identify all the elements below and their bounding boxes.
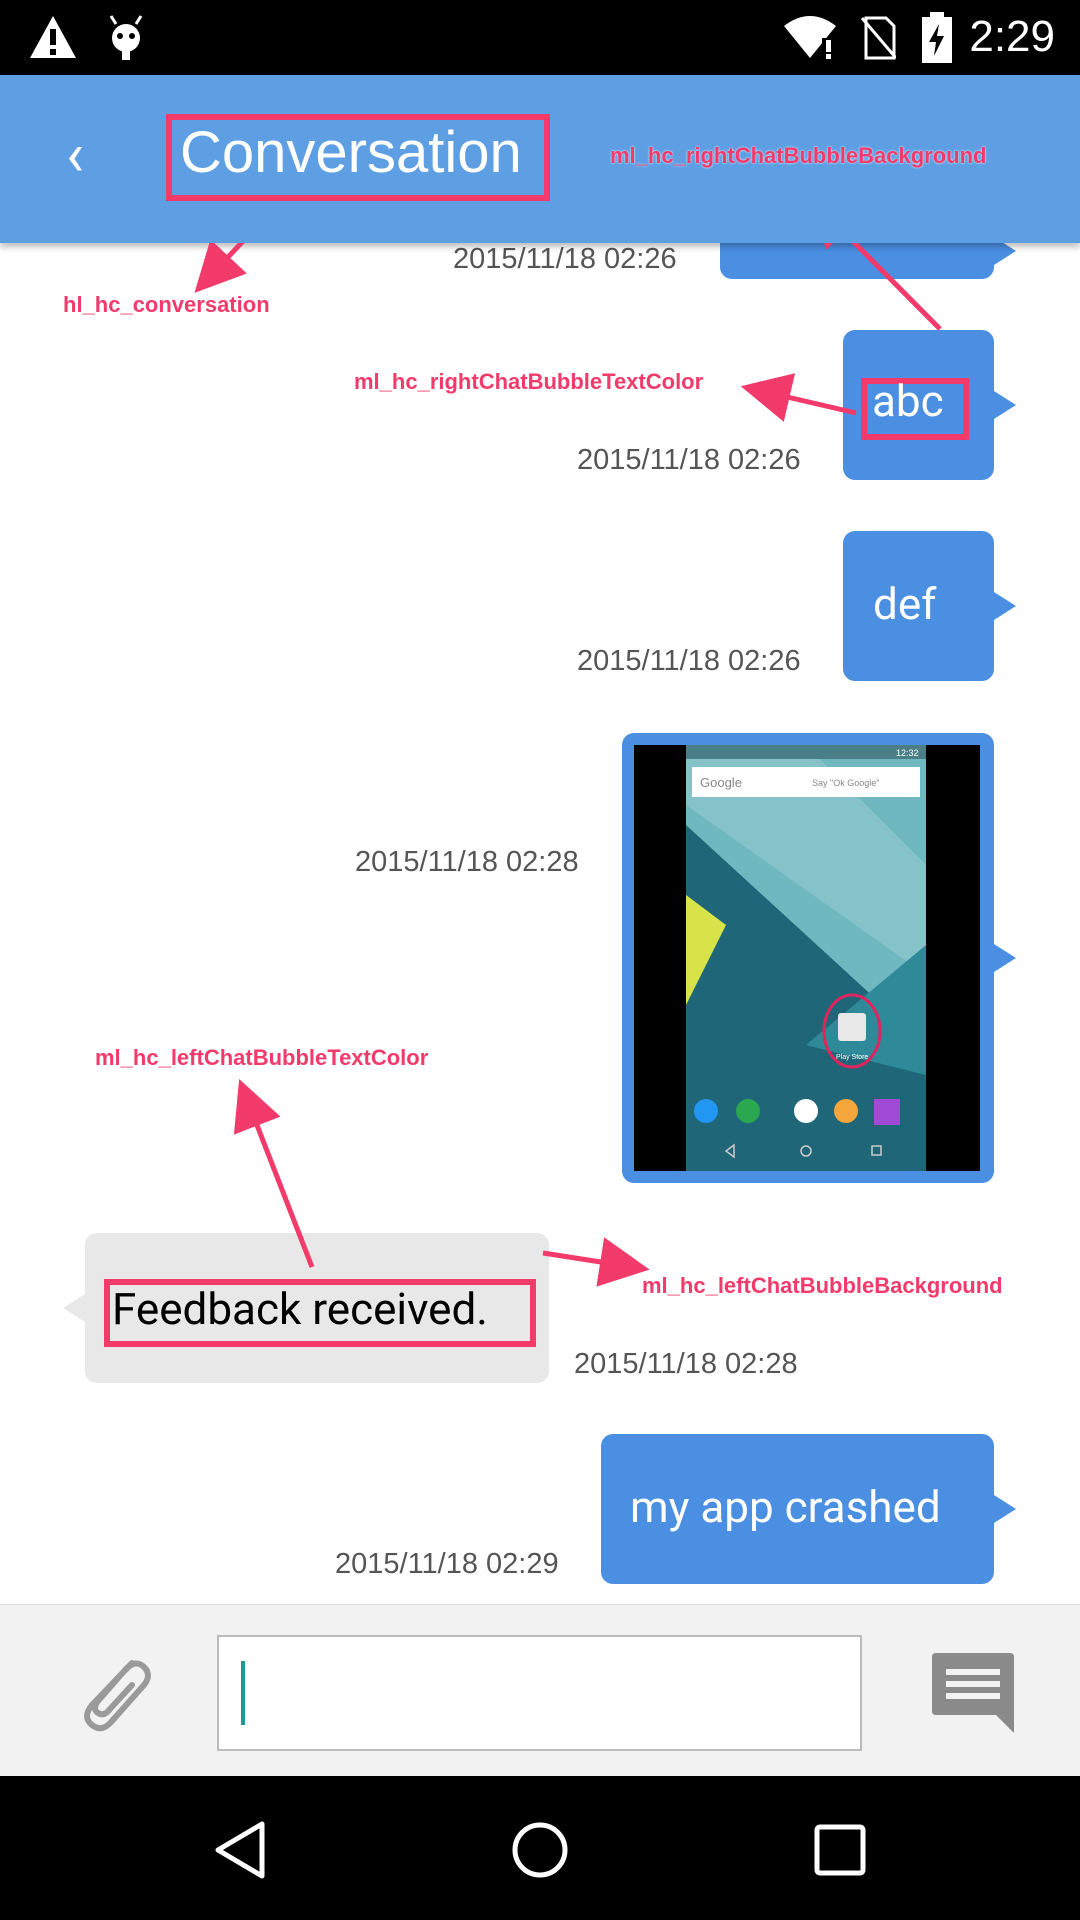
composer-bar <box>0 1604 1080 1777</box>
wifi-icon <box>784 16 836 59</box>
status-bar: 2:29 <box>0 0 1080 75</box>
android-icon <box>109 15 143 60</box>
message-input[interactable] <box>217 1635 862 1751</box>
navigation-bar <box>0 1776 1080 1920</box>
annotation-right-text: ml_hc_rightChatBubbleTextColor <box>354 369 704 394</box>
annotation-right-bubble-bg: ml_hc_rightChatBubbleBackground <box>610 143 987 168</box>
attach-icon[interactable] <box>70 1645 154 1735</box>
chat-area: 2015/11/18 02:26 abc 2015/11/18 02:26 de… <box>0 243 1080 1604</box>
nav-home-icon[interactable] <box>510 1820 570 1880</box>
clock: 2:29 <box>969 12 1055 61</box>
annotation-left-bg: ml_hc_leftChatBubbleBackground <box>642 1273 1003 1298</box>
warning-icon <box>30 16 76 58</box>
app-bar: ‹ Conversation ml_hc_rightChatBubbleBack… <box>0 75 1080 243</box>
nav-recents-icon[interactable] <box>810 1820 870 1880</box>
back-icon[interactable]: ‹ <box>66 125 106 185</box>
annotation-left-text: ml_hc_leftChatBubbleTextColor <box>95 1045 429 1070</box>
no-sim-icon <box>860 16 896 60</box>
annotation-arrows <box>194 243 942 1287</box>
annotation-title: hl_hc_conversation <box>63 292 270 317</box>
nav-back-icon[interactable] <box>210 1820 270 1880</box>
text-cursor <box>241 1661 245 1725</box>
page-title: Conversation <box>180 120 522 185</box>
battery-charging-icon <box>922 12 952 63</box>
send-icon[interactable] <box>930 1651 1016 1737</box>
